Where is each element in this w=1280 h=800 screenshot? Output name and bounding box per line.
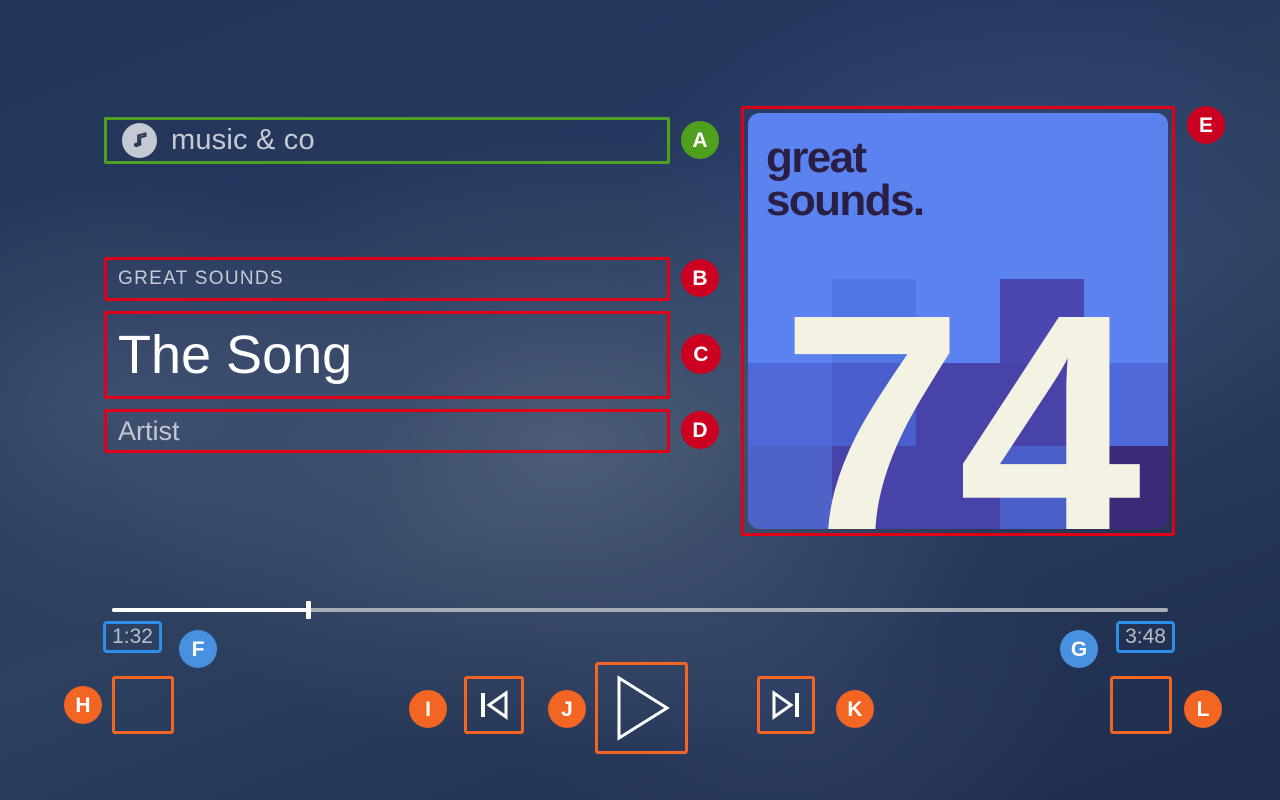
repeat-button[interactable]: [1110, 676, 1172, 734]
music-player-screen: music & co GREAT SOUNDS The Song Artist …: [0, 0, 1280, 800]
shuffle-button[interactable]: [112, 676, 174, 734]
app-name-text: music & co: [171, 124, 315, 156]
artwork-tile: [1000, 113, 1084, 197]
annotation-badge-k: K: [836, 690, 874, 728]
annotation-badge-l: L: [1184, 690, 1222, 728]
annotation-badge-j: J: [548, 690, 586, 728]
artwork-number: 74: [780, 245, 1141, 530]
track-title-text: The Song: [118, 325, 353, 385]
seek-bar[interactable]: [112, 601, 1168, 619]
seek-bar-handle[interactable]: [306, 601, 312, 619]
artwork-wordmark-line2: sounds.: [766, 175, 925, 225]
artwork-wordmark-line1: great: [766, 133, 867, 182]
annotation-badge-g: G: [1060, 630, 1098, 668]
annotation-badge-h: H: [64, 686, 102, 724]
play-icon: [609, 673, 675, 743]
album-artwork-image: great sounds. 74: [748, 113, 1168, 529]
next-track-button[interactable]: [757, 676, 815, 734]
seek-bar-fill: [112, 608, 309, 612]
artwork-tile: [1084, 113, 1168, 197]
album-name-text: GREAT SOUNDS: [118, 268, 284, 289]
total-time: 3:48: [1116, 621, 1175, 653]
app-name-label[interactable]: music & co: [104, 117, 670, 164]
annotation-badge-f: F: [179, 630, 217, 668]
album-artwork[interactable]: great sounds. 74: [741, 106, 1175, 536]
previous-track-button[interactable]: [464, 676, 524, 734]
annotation-badge-i: I: [409, 690, 447, 728]
album-name: GREAT SOUNDS: [104, 257, 670, 301]
annotation-badge-b: B: [681, 259, 719, 297]
music-note-icon: [122, 123, 157, 158]
track-title: The Song: [104, 311, 670, 399]
artwork-wordmark: great sounds.: [766, 133, 925, 225]
play-button[interactable]: [595, 662, 688, 754]
annotation-badge-d: D: [681, 411, 719, 449]
artist-name: Artist: [104, 409, 670, 453]
annotation-badge-a: A: [681, 121, 719, 159]
annotation-badge-c: C: [681, 334, 721, 374]
skip-next-icon: [768, 688, 804, 722]
annotation-badge-e: E: [1187, 106, 1225, 144]
current-time: 1:32: [103, 621, 162, 653]
artist-name-text: Artist: [118, 415, 180, 446]
skip-previous-icon: [476, 688, 512, 722]
artwork-tile: [916, 113, 1000, 197]
